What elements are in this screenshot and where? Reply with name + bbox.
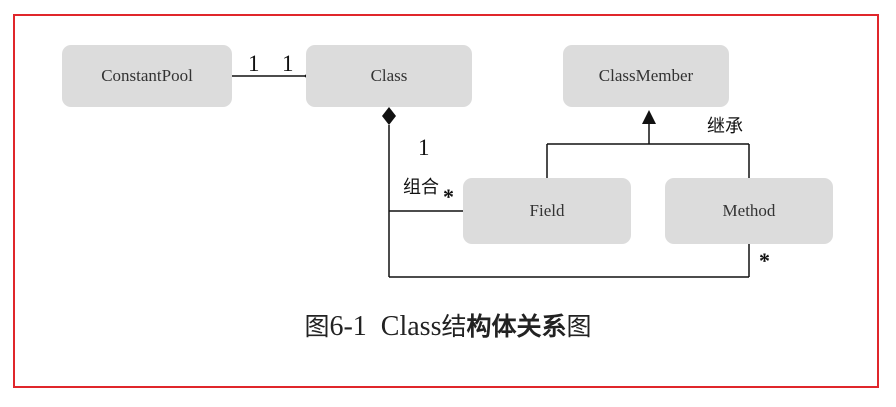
multiplicity-class: 1 [282, 51, 294, 76]
constant-pool-label: ConstantPool [101, 66, 193, 85]
multiplicity-method-star: * [759, 248, 770, 273]
caption-latin: Class [380, 311, 442, 342]
class-member-box: ClassMember [563, 45, 729, 107]
method-box: Method [665, 178, 833, 244]
composition-label: 组合 [403, 177, 439, 198]
caption-prefix: 6-1 [329, 311, 367, 342]
field-box: Field [463, 178, 631, 244]
inheritance-label: 继承 [707, 116, 743, 137]
composition-diamond-class [382, 107, 396, 125]
caption-figure-char: 图 [304, 312, 330, 341]
figure-caption: 图6-1 Class结构体关系图 [0, 313, 896, 341]
inheritance-arrowhead [642, 110, 656, 124]
constant-pool-box: ConstantPool [62, 45, 232, 107]
class-box: Class [306, 45, 472, 107]
multiplicity-field-star: * [443, 184, 454, 209]
method-label: Method [722, 201, 776, 220]
class-label: Class [370, 66, 408, 85]
caption-cjk-bold: 构体关系 [466, 312, 567, 341]
caption-cjk-2: 图 [566, 312, 592, 341]
class-member-label: ClassMember [598, 66, 694, 85]
multiplicity-class-below: 1 [418, 135, 430, 160]
caption-cjk-1: 结 [441, 312, 467, 341]
field-label: Field [529, 201, 565, 220]
multiplicity-pool: 1 [248, 51, 260, 76]
